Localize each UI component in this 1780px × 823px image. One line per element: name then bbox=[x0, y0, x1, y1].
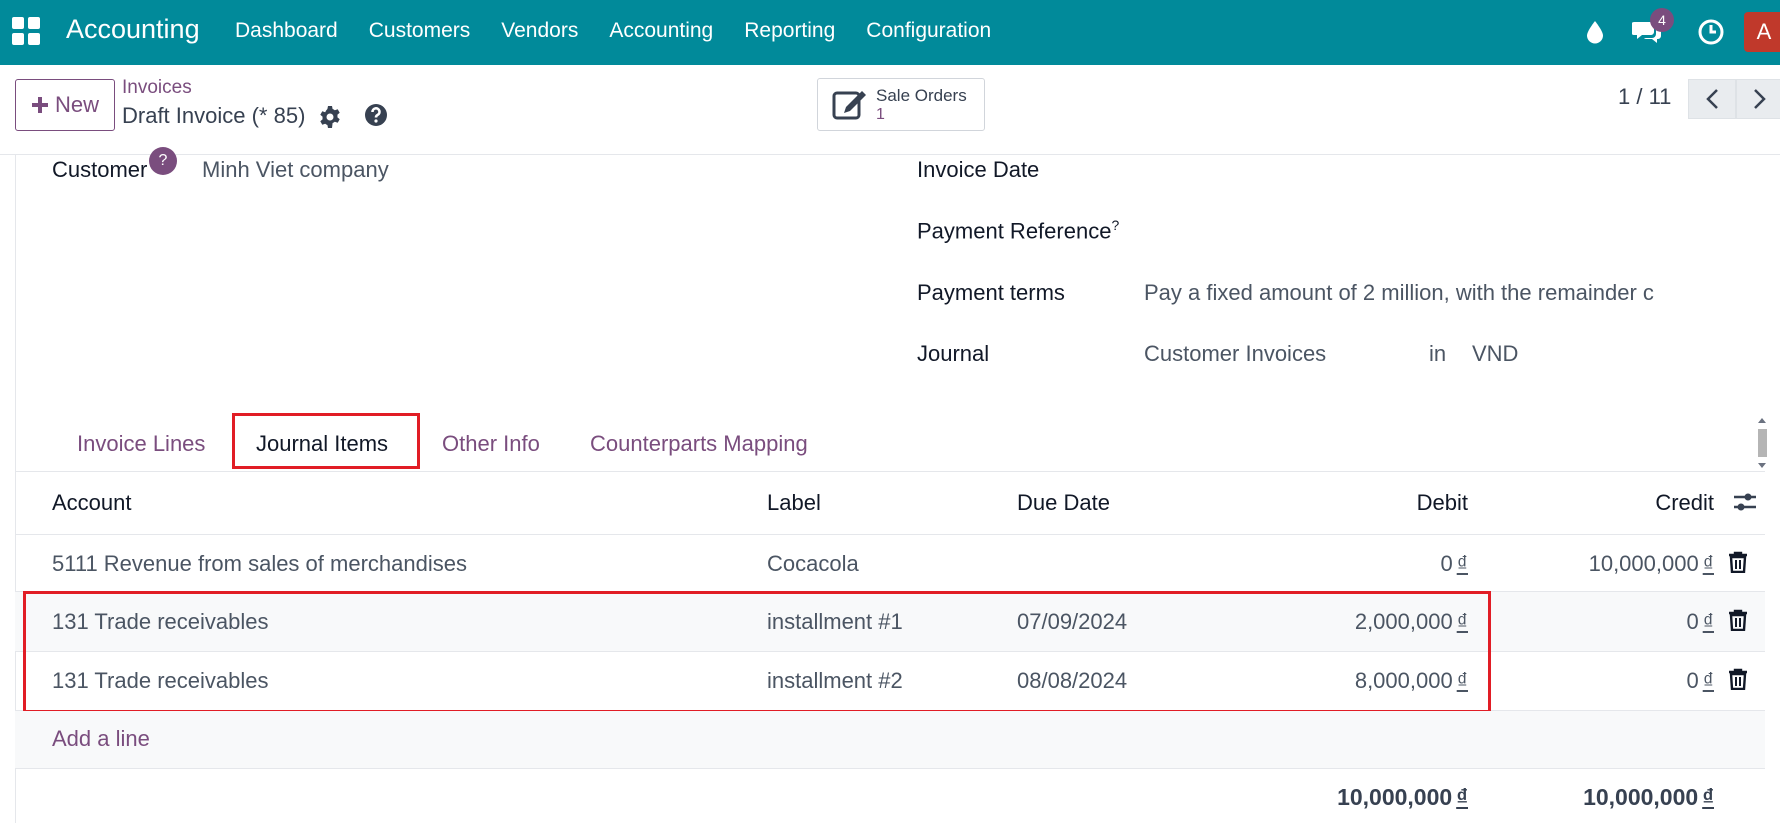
sale-orders-smart-button[interactable]: Sale Orders 1 bbox=[817, 78, 985, 131]
menu-customers[interactable]: Customers bbox=[369, 19, 471, 43]
row-3-delete-icon[interactable] bbox=[1728, 668, 1748, 691]
payment-reference-help[interactable]: ? bbox=[1111, 217, 1119, 233]
journal-field[interactable]: Customer Invoices bbox=[1144, 341, 1326, 367]
app-brand[interactable]: Accounting bbox=[66, 14, 200, 45]
user-avatar[interactable]: A bbox=[1744, 12, 1780, 52]
column-header-label[interactable]: Label bbox=[767, 490, 821, 516]
breadcrumb-invoices[interactable]: Invoices bbox=[122, 77, 192, 99]
scrollbar[interactable] bbox=[1755, 415, 1769, 471]
smart-button-count: 1 bbox=[876, 106, 885, 123]
row-1-label[interactable]: Cocacola bbox=[767, 551, 859, 577]
customer-field[interactable]: Minh Viet company bbox=[202, 157, 389, 183]
new-button[interactable]: New bbox=[15, 79, 115, 131]
row-1-debit[interactable]: 0 ₫ bbox=[1260, 551, 1468, 577]
column-header-due-date[interactable]: Due Date bbox=[1017, 490, 1110, 516]
row-1-credit[interactable]: 10,000,000 ₫ bbox=[1506, 551, 1714, 577]
clock-icon[interactable] bbox=[1696, 14, 1726, 50]
chevron-left-icon bbox=[1706, 89, 1718, 109]
control-panel: New Invoices Draft Invoice (* 85) Sale O… bbox=[0, 65, 1780, 155]
row-1-account[interactable]: 5111 Revenue from sales of merchandises bbox=[52, 551, 467, 577]
payment-reference-label: Payment Reference? bbox=[917, 217, 1120, 244]
column-header-credit[interactable]: Credit bbox=[1546, 490, 1714, 516]
messages-badge: 4 bbox=[1650, 8, 1674, 32]
drop-icon[interactable] bbox=[1582, 14, 1608, 50]
row-2-credit[interactable]: 0 ₫ bbox=[1506, 609, 1714, 635]
menu-vendors[interactable]: Vendors bbox=[501, 19, 578, 43]
currency-field[interactable]: VND bbox=[1472, 341, 1518, 367]
row-3-credit[interactable]: 0 ₫ bbox=[1506, 668, 1714, 694]
tab-highlight-box bbox=[232, 413, 420, 469]
main-menu: Dashboard Customers Vendors Accounting R… bbox=[235, 19, 991, 43]
optional-columns-icon[interactable] bbox=[1732, 490, 1758, 514]
menu-reporting[interactable]: Reporting bbox=[744, 19, 835, 43]
journal-in-text: in bbox=[1429, 341, 1447, 366]
add-line-row bbox=[15, 711, 1765, 768]
row-2-delete-icon[interactable] bbox=[1728, 609, 1748, 632]
smart-button-label: Sale Orders bbox=[876, 86, 967, 105]
column-header-account[interactable]: Account bbox=[52, 490, 132, 516]
total-credit: 10,000,000 ₫ bbox=[1583, 784, 1714, 810]
pager-value[interactable]: 1 / 11 bbox=[1618, 84, 1671, 110]
help-icon[interactable] bbox=[364, 103, 390, 129]
total-debit: 10,000,000 ₫ bbox=[1337, 784, 1468, 810]
new-button-label: New bbox=[54, 92, 99, 117]
menu-accounting[interactable]: Accounting bbox=[609, 19, 713, 43]
customer-help-icon[interactable]: ? bbox=[149, 147, 177, 175]
journal-label: Journal bbox=[917, 341, 990, 366]
tab-counterparts-mapping[interactable]: Counterparts Mapping bbox=[590, 431, 808, 457]
payment-terms-label: Payment terms bbox=[917, 280, 1065, 305]
row-1-delete-icon[interactable] bbox=[1728, 551, 1748, 574]
previous-record-button[interactable] bbox=[1688, 79, 1736, 119]
menu-configuration[interactable]: Configuration bbox=[866, 19, 991, 43]
pager-buttons bbox=[1688, 79, 1780, 119]
top-navbar: Accounting Dashboard Customers Vendors A… bbox=[0, 0, 1780, 65]
column-header-debit[interactable]: Debit bbox=[1300, 490, 1468, 516]
chevron-right-icon bbox=[1754, 89, 1766, 109]
payment-terms-field[interactable]: Pay a fixed amount of 2 million, with th… bbox=[1144, 280, 1659, 306]
edit-icon bbox=[832, 91, 866, 120]
scrollbar-thumb[interactable] bbox=[1758, 429, 1767, 457]
add-a-line-link[interactable]: Add a line bbox=[52, 726, 150, 752]
gear-icon[interactable] bbox=[318, 105, 344, 131]
header-divider bbox=[15, 534, 1765, 535]
plus-icon bbox=[31, 97, 48, 113]
invoice-date-label: Invoice Date bbox=[917, 157, 1040, 182]
customer-label: Customer bbox=[52, 157, 148, 182]
next-record-button[interactable] bbox=[1736, 79, 1780, 119]
tab-invoice-lines[interactable]: Invoice Lines bbox=[77, 431, 205, 457]
tab-other-info[interactable]: Other Info bbox=[442, 431, 540, 457]
record-title: Draft Invoice (* 85) bbox=[122, 103, 306, 128]
installments-highlight-box bbox=[23, 591, 1491, 713]
menu-dashboard[interactable]: Dashboard bbox=[235, 19, 338, 43]
app-grid-icon[interactable] bbox=[12, 17, 40, 45]
footer-divider bbox=[15, 768, 1765, 769]
